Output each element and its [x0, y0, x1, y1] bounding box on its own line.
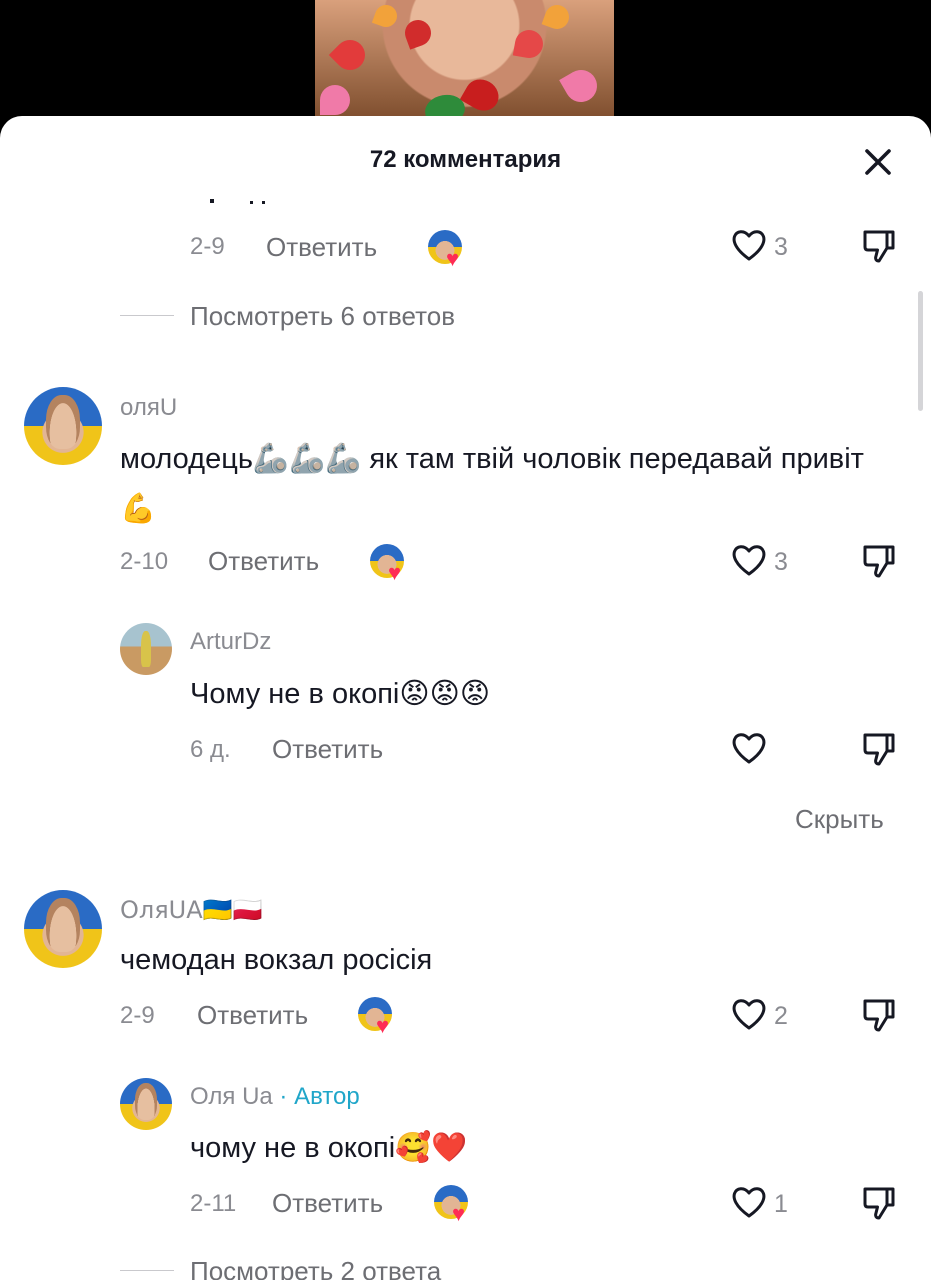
- comment-date: 2-9: [190, 233, 225, 260]
- comment-text: чемодан вокзал росісія: [120, 944, 433, 976]
- reply-button[interactable]: Ответить: [208, 546, 319, 577]
- reply-button[interactable]: Ответить: [272, 734, 383, 765]
- view-replies-button[interactable]: Посмотреть 2 ответа: [190, 1256, 441, 1280]
- like-count: 1: [774, 1190, 788, 1218]
- comments-sheet: 72 комментария 2-9 Ответить ♥ 3 Посмотре…: [0, 116, 931, 1280]
- reply-button[interactable]: Ответить: [272, 1188, 383, 1219]
- dislike-icon[interactable]: [862, 543, 896, 579]
- liked-by-creator-icon: ♥: [358, 997, 398, 1037]
- comment-date: 2-11: [190, 1190, 237, 1217]
- comment-username[interactable]: ОляUA🇺🇦🇵🇱: [120, 896, 262, 924]
- dislike-icon[interactable]: [862, 731, 896, 767]
- comment-text: молодець🦾🦾🦾 як там твій чоловік передава…: [120, 443, 864, 525]
- liked-by-creator-icon: ♥: [434, 1185, 474, 1225]
- comment-username[interactable]: оляU: [120, 394, 177, 422]
- heart-outline-icon[interactable]: [731, 997, 767, 1031]
- comment-username[interactable]: ArturDz: [190, 628, 271, 656]
- reply-button[interactable]: Ответить: [197, 1000, 308, 1031]
- comment-date: 6 д.: [190, 736, 231, 763]
- avatar[interactable]: [120, 1078, 172, 1130]
- comment-text: Чому не в окопі😡😡😡: [190, 678, 491, 710]
- dislike-icon[interactable]: [862, 228, 896, 264]
- comment-username[interactable]: Оля Ua: [190, 1083, 273, 1110]
- heart-outline-icon[interactable]: [731, 543, 767, 577]
- heart-outline-icon[interactable]: [731, 1185, 767, 1219]
- dislike-icon[interactable]: [862, 1185, 896, 1221]
- comment-date: 2-9: [120, 1002, 155, 1029]
- comment-username-row: Оля Ua · Автор: [190, 1083, 360, 1111]
- avatar[interactable]: [24, 387, 102, 465]
- scrollbar[interactable]: [918, 291, 923, 411]
- heart-outline-icon[interactable]: [731, 228, 767, 262]
- view-replies-button[interactable]: Посмотреть 6 ответов: [190, 301, 455, 332]
- hide-replies-button[interactable]: Скрыть: [795, 804, 884, 835]
- comments-count-title: 72 комментария: [369, 146, 562, 173]
- truncated-comment-text: [210, 192, 270, 204]
- dislike-icon[interactable]: [862, 997, 896, 1033]
- author-badge: · Автор: [272, 1083, 360, 1110]
- comment-date: 2-10: [120, 548, 169, 575]
- avatar[interactable]: [120, 623, 172, 675]
- replies-divider: [120, 315, 174, 316]
- like-count: 2: [774, 1002, 788, 1030]
- like-count: 3: [774, 548, 788, 576]
- liked-by-creator-icon: ♥: [428, 230, 468, 270]
- close-button[interactable]: [858, 142, 898, 182]
- replies-divider: [120, 1270, 174, 1271]
- close-icon: [865, 149, 891, 175]
- like-count: 3: [774, 233, 788, 261]
- video-thumbnail: [315, 0, 614, 125]
- reply-button[interactable]: Ответить: [266, 232, 377, 263]
- heart-outline-icon[interactable]: [731, 731, 767, 765]
- liked-by-creator-icon: ♥: [370, 544, 410, 584]
- comment-text: чому не в окопі🥰❤️: [190, 1132, 468, 1164]
- avatar[interactable]: [24, 890, 102, 968]
